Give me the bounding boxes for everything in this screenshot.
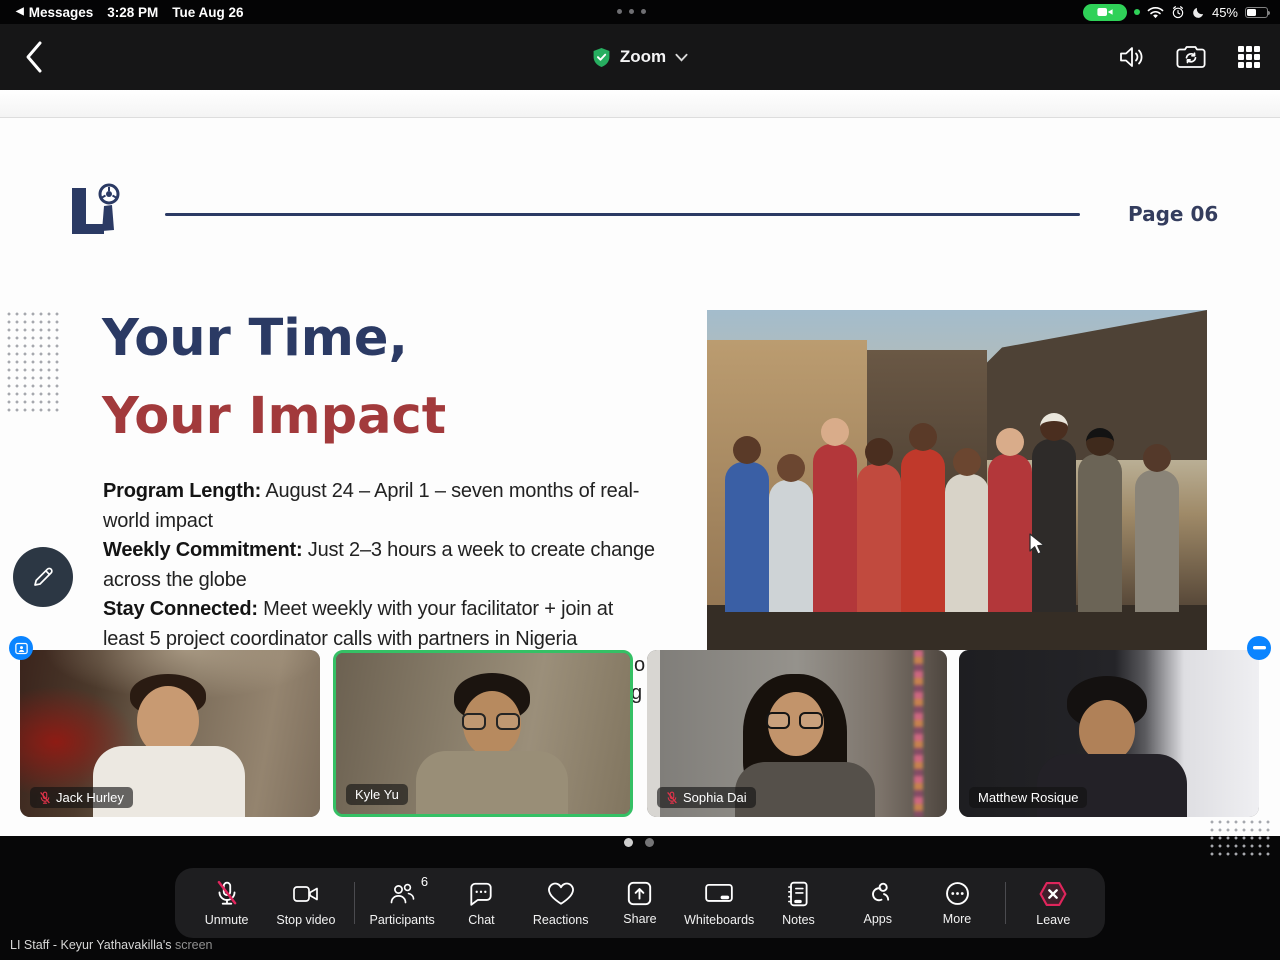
notes-icon [788,881,809,906]
multitasking-dots-icon[interactable] [617,9,646,14]
collapse-video-panel-button[interactable] [1247,636,1271,660]
back-to-messages-link[interactable]: ◀ Messages [16,5,93,20]
apps-button[interactable]: Apps [838,868,917,938]
battery-icon [1245,6,1270,18]
switch-camera-icon[interactable] [1176,44,1206,70]
status-time: 3:28 PM [107,4,159,20]
video-tile-sophia[interactable]: Sophia Dai [647,650,947,817]
battery-percent: 45% [1211,4,1238,20]
leave-hexagon-icon [1039,881,1067,906]
bullet-program-length: Program Length: August 24 – April 1 – se… [103,480,640,532]
toolbar-divider [353,882,355,924]
tile-page-indicator[interactable] [624,838,654,847]
participants-count-badge: 6 [420,874,429,889]
page-dot-active [624,838,633,847]
heart-icon [547,882,574,905]
participant-name-badge: Sophia Dai [657,787,756,808]
pencil-icon [34,567,53,586]
group-photo [707,310,1207,650]
unmute-button[interactable]: Unmute [187,868,266,938]
whiteboards-button[interactable]: Whiteboards [680,868,759,938]
participants-icon [390,883,415,903]
leave-button[interactable]: Leave [1014,868,1093,938]
apps-icon [872,882,890,902]
reactions-button[interactable]: Reactions [521,868,600,938]
gallery-view-grid-icon[interactable] [1236,44,1262,70]
participant-name-badge: Kyle Yu [346,784,408,805]
chevron-down-icon [675,53,688,62]
meeting-title-dropdown[interactable]: Zoom [0,24,1280,90]
mic-muted-icon [217,880,236,905]
camera-in-use-pill-icon[interactable] [1082,3,1127,21]
page-dot [645,838,654,847]
participant-name-badge: Matthew Rosique [969,787,1088,808]
person-in-frame-icon [14,642,28,654]
chat-bubble-icon [470,882,493,906]
video-tile-jack[interactable]: Jack Hurley [20,650,320,817]
muted-mic-icon [40,791,50,804]
video-tile-matthew[interactable]: Matthew Rosique [959,650,1259,817]
alarm-clock-icon [1172,6,1184,19]
clipped-text-fragment: o [634,654,646,676]
chat-button[interactable]: Chat [442,868,521,938]
show-video-panel-button[interactable] [9,636,33,660]
speaker-audio-icon[interactable] [1118,44,1146,70]
slide-header-rule [165,213,1080,216]
camera-indicator-dot-icon [1133,9,1140,15]
muted-mic-icon [667,791,677,804]
share-button[interactable]: Share [600,868,679,938]
screen-share-banner: LI Staff - Keyur Yathavakilla's screen [10,938,213,952]
wifi-icon [1147,6,1164,18]
whiteboard-icon [705,883,733,902]
slide-body-text: Program Length: August 24 – April 1 – se… [103,477,659,654]
security-shield-icon [593,47,610,67]
zoom-top-bar: Zoom [0,24,1280,90]
stop-video-button[interactable]: Stop video [266,868,345,938]
decorative-dot-grid-left [5,310,61,412]
slide-title: Your Time, Your Impact [102,300,446,456]
li-soccer-logo [66,178,122,240]
back-app-label: Messages [28,4,94,20]
moon-focus-icon [1193,7,1204,18]
video-camera-icon [293,885,318,902]
bullet-weekly-commitment: Weekly Commitment: Just 2–3 hours a week… [103,539,655,591]
bullet-stay-connected: Stay Connected: Meet weekly with your fa… [103,598,614,650]
participants-button[interactable]: 6 Participants [363,868,442,938]
slide-title-line2: Your Impact [102,387,447,446]
notes-button[interactable]: Notes [759,868,838,938]
more-ellipsis-icon [945,882,969,905]
minus-icon [1252,646,1266,650]
ipad-status-bar: ◀ Messages 3:28 PM Tue Aug 26 45% [0,0,1280,24]
mouse-cursor [1029,533,1045,555]
page-number-label: Page 06 [1128,202,1219,226]
meeting-control-toolbar: Unmute Stop video 6 Participants Chat Re… [175,868,1105,938]
participant-name-badge: Jack Hurley [30,787,133,808]
app-title: Zoom [619,47,667,66]
back-triangle-icon: ◀ [16,6,24,17]
video-tile-kyle-active-speaker[interactable]: Kyle Yu [333,650,633,817]
shared-screen-top-strip [0,90,1280,118]
annotate-button[interactable] [13,547,73,607]
toolbar-divider [1004,882,1006,924]
decorative-dot-grid-bottom-right [1208,818,1272,860]
share-up-arrow-icon [628,881,652,906]
slide-title-line1: Your Time, [102,309,408,368]
more-button[interactable]: More [917,868,996,938]
status-date: Tue Aug 26 [172,4,244,20]
